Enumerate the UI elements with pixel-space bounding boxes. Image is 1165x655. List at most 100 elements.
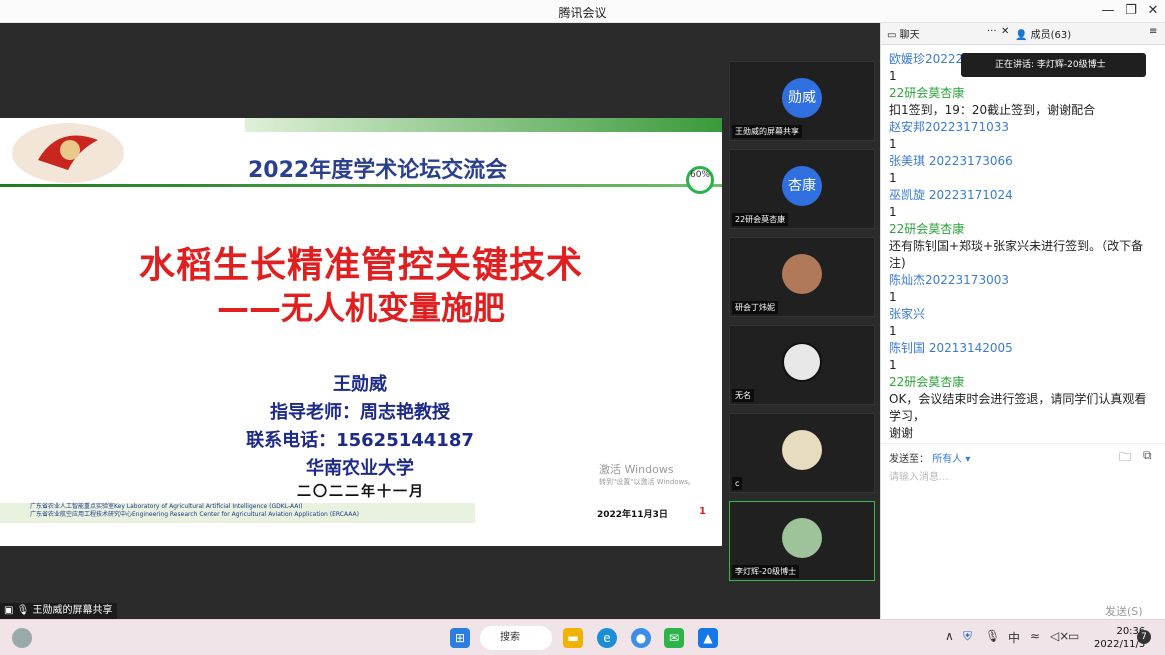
footer-line2: 广东省农业航空应用工程技术研究中心Engineering Research Ce… <box>30 511 359 518</box>
advisor-text: 指导老师：周志艳教授 <box>270 402 450 423</box>
more-icon[interactable]: ··· <box>987 26 997 37</box>
presenter-name: 王勋威 <box>333 374 387 395</box>
title-bar: 腾讯会议 — ❐ ✕ <box>0 0 1165 23</box>
screenshot-icon[interactable]: ⧉ <box>1143 448 1152 463</box>
avatar <box>782 430 822 470</box>
chat-sender-name: 22研会莫杏康 <box>889 86 965 100</box>
video-tile[interactable]: c <box>729 413 875 493</box>
presentation-slide: 2022年度学术论坛交流会 60% 水稻生长精准管控关键技术 ——无人机变量施肥… <box>0 118 722 546</box>
chat-message-text: 还有陈钊国+郑琰+张家兴未进行签到。（改下备注) <box>889 239 1144 270</box>
avatar <box>782 342 822 382</box>
footer-line1: 广东省农业人工智能重点实验室Key Laboratory of Agricult… <box>30 503 303 510</box>
chat-message-text: 谢谢 <box>889 426 914 440</box>
minimize-button[interactable]: — <box>1097 2 1119 20</box>
window-title: 腾讯会议 <box>558 6 607 20</box>
microphone-icon[interactable]: 🎙 <box>985 629 1000 643</box>
tencent-meeting-icon[interactable]: ▲ <box>698 628 718 648</box>
participant-name: 研会丁炜妮 <box>732 301 778 314</box>
file-explorer-icon[interactable]: ▬ <box>563 628 583 648</box>
send-bar: 发送至： 所有人 ▾ 🗀 ⧉ 请输入消息... <box>881 443 1165 483</box>
taskbar: ⊞ 搜索 ▬ e ● ✉ ▲ ∧ ⛨ 🎙 中 ≈ ◁× ▭ 20:36 2022… <box>0 619 1165 655</box>
edge-icon[interactable]: e <box>597 628 617 648</box>
volume-icon[interactable]: ◁× <box>1050 629 1069 643</box>
tab-chat[interactable]: ▭ 聊天 <box>887 26 920 41</box>
chat-sender-name: 张美琪 20223173066 <box>889 154 1013 168</box>
activation-watermark: 激活 Windows 转到"设置"以激活 Windows。 <box>599 464 695 488</box>
chrome-icon[interactable]: ● <box>631 628 651 648</box>
slide-subtitle: 2022年度学术论坛交流会 <box>248 158 508 183</box>
video-tile[interactable]: 研会丁炜妮 <box>729 237 875 317</box>
send-to[interactable]: 发送至： 所有人 ▾ <box>889 450 970 465</box>
phone-text: 联系电话：15625144187 <box>246 430 474 451</box>
chat-sender-name: 22研会莫杏康 <box>889 222 965 236</box>
shield-icon[interactable]: ⛨ <box>963 629 972 644</box>
chat-sender-name: 张家兴 <box>889 307 926 321</box>
message-input[interactable]: 请输入消息... <box>889 468 949 483</box>
participant-name: 李灯辉-20级博士 <box>732 565 800 578</box>
footer-date: 2022年11月3日 <box>597 510 668 520</box>
chat-message-text: 1 <box>889 205 897 219</box>
chat-sender-name: 陈灿杰20223173003 <box>889 273 1009 287</box>
restore-button[interactable]: ❐ <box>1120 2 1142 20</box>
screen-share-area[interactable]: 2022年度学术论坛交流会 60% 水稻生长精准管控关键技术 ——无人机变量施肥… <box>0 23 722 619</box>
ime-indicator[interactable]: 中 <box>1008 629 1020 646</box>
chat-sender-name: 陈钊国 20213142005 <box>889 341 1013 355</box>
chat-message-text: 1 <box>889 171 897 185</box>
chat-sender-name: 巫凯旋 20223171024 <box>889 188 1013 202</box>
folder-icon[interactable]: 🗀 <box>1119 448 1131 469</box>
participant-name: 王勋威的屏幕共享 <box>732 125 802 138</box>
avatar <box>782 518 822 558</box>
chat-message-text: OK，会议结束时会进行签退，请同学们认真观看学习， <box>889 392 1147 423</box>
slide-date: 二〇二二年十一月 <box>297 484 425 500</box>
screen-share-icon: ▣ 🎙 <box>4 605 33 616</box>
send-to-label: 发送至： <box>889 454 929 465</box>
university-text: 华南农业大学 <box>306 458 414 479</box>
close-icon[interactable]: ✕ <box>1001 26 1009 37</box>
university-logo <box>12 123 124 183</box>
wechat-icon[interactable]: ✉ <box>664 628 684 648</box>
video-tile-active[interactable]: 李灯辉-20级博士 <box>729 501 875 581</box>
video-tile[interactable]: 杏康 22研会莫杏康 <box>729 149 875 229</box>
watermark-line1: 激活 Windows <box>599 463 674 476</box>
chat-sender-name: 22研会莫杏康 <box>889 375 965 389</box>
wifi-icon[interactable]: ≈ <box>1030 629 1040 643</box>
slide-top-band <box>245 118 722 132</box>
video-tile[interactable]: 无名 <box>729 325 875 405</box>
speaking-indicator: 正在讲话: 李灯辉-20级博士 <box>961 53 1146 77</box>
slide-divider <box>0 184 722 187</box>
watermark-line2: 转到"设置"以激活 Windows。 <box>599 478 695 486</box>
slide-title-line2: ——无人机变量施肥 <box>216 289 505 327</box>
participant-name: 22研会莫杏康 <box>732 213 789 226</box>
notification-badge[interactable]: 7 <box>1137 630 1151 644</box>
chat-message-text: 扣1签到，19：20截止签到，谢谢配合 <box>889 103 1096 117</box>
share-label-text: 王勋威的屏幕共享 <box>32 605 113 616</box>
chat-sender-name: 赵安邦20223171033 <box>889 120 1009 134</box>
chat-panel: ▭ 聊天 ··· ✕ 👤 成员(63) ≡ 欧媛珍20222171 1 22研会莫杏… <box>880 23 1165 619</box>
share-label: ▣ 🎙 王勋威的屏幕共享 <box>0 603 117 619</box>
chat-message-text: 1 <box>889 137 897 151</box>
progress-badge: 60% <box>686 166 714 194</box>
slide-footer: 广东省农业人工智能重点实验室Key Laboratory of Agricult… <box>0 503 475 523</box>
chat-messages: 欧媛珍20222171 1 22研会莫杏康 扣1签到，19：20截止签到，谢谢配合 赵安… <box>889 51 1157 442</box>
video-tile[interactable]: 勋威 王勋威的屏幕共享 <box>729 61 875 141</box>
send-button[interactable]: 发送(S) <box>1105 603 1143 619</box>
search-box[interactable]: 搜索 <box>480 626 552 650</box>
video-panel: 勋威 王勋威的屏幕共享 杏康 22研会莫杏康 研会丁炜妮 无名 c 李灯辉-20… <box>722 23 880 619</box>
participant-name: 无名 <box>732 389 754 402</box>
weather-icon[interactable] <box>12 628 32 648</box>
avatar: 杏康 <box>782 166 822 206</box>
chat-tabs: ▭ 聊天 ··· ✕ 👤 成员(63) ≡ <box>881 23 1165 45</box>
avatar <box>782 254 822 294</box>
chat-message-text: 1 <box>889 290 897 304</box>
chat-message-text: 1 <box>889 324 897 338</box>
tab-members[interactable]: 👤 成员(63) <box>1015 26 1071 41</box>
send-to-select[interactable]: 所有人 ▾ <box>932 454 970 465</box>
menu-icon[interactable]: ≡ <box>1149 26 1157 37</box>
chevron-up-icon[interactable]: ∧ <box>945 629 954 643</box>
start-icon[interactable]: ⊞ <box>450 628 470 648</box>
avatar: 勋威 <box>782 78 822 118</box>
battery-icon[interactable]: ▭ <box>1068 629 1079 643</box>
participant-name: c <box>732 477 743 490</box>
close-button[interactable]: ✕ <box>1142 2 1164 20</box>
chat-message-text: 1 <box>889 358 897 372</box>
